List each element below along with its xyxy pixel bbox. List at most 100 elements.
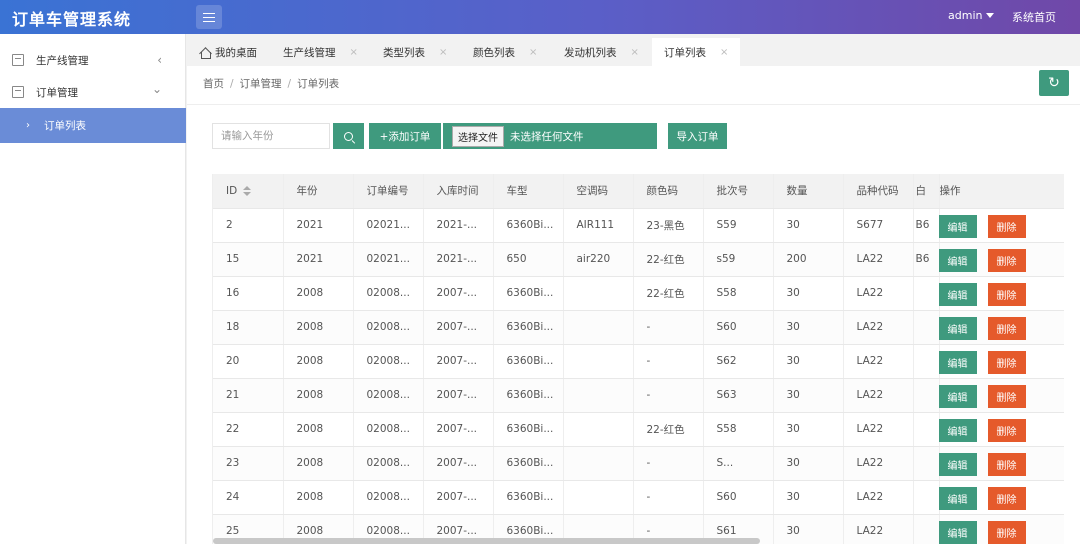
cell-batch: S... [703, 446, 774, 481]
sort-icon[interactable] [243, 185, 252, 196]
cell-model: 650 [493, 242, 564, 277]
tab-type-list[interactable]: 类型列表 × [383, 38, 447, 66]
sidebar-item-order-list[interactable]: › 订单列表 [0, 108, 186, 143]
cell-variety: LA22 [843, 514, 914, 544]
cell-qty: 30 [773, 208, 844, 243]
user-menu[interactable]: admin [948, 9, 995, 22]
edit-button[interactable]: 编辑 [938, 486, 977, 510]
delete-button[interactable]: 删除 [987, 350, 1026, 374]
table-row: 24 2008 02008... 2007-... 6360Bi... - S60 30 LA2… [213, 480, 1064, 515]
year-search-input[interactable] [212, 123, 330, 149]
delete-button[interactable]: 删除 [987, 520, 1026, 544]
tab-engine-list[interactable]: 发动机列表 × [564, 38, 639, 66]
delete-button[interactable]: 删除 [987, 418, 1026, 442]
table-row: 21 2008 02008... 2007-... 6360Bi... - S63 30 LA2… [213, 378, 1064, 413]
cell-white: B6 [913, 242, 940, 277]
cell-variety: LA22 [843, 344, 914, 379]
add-order-button[interactable]: +添加订单 [369, 123, 441, 149]
cell-batch: S62 [703, 344, 774, 379]
file-picker[interactable]: 选择文件 未选择任何文件 [443, 123, 657, 149]
table-row: 2 2021 02021... 2021-... 6360Bi... AIR111 23-黑… [213, 208, 1064, 243]
cell-year: 2008 [283, 276, 354, 311]
edit-button[interactable]: 编辑 [938, 520, 977, 544]
close-icon[interactable]: × [350, 47, 358, 58]
cell-model: 6360Bi... [493, 344, 564, 379]
delete-button[interactable]: 删除 [987, 248, 1026, 272]
import-order-button[interactable]: 导入订单 [668, 123, 727, 149]
tab-my-desktop[interactable]: 我的桌面 [199, 38, 257, 66]
cell-color: 22-红色 [633, 412, 704, 447]
delete-button[interactable]: 删除 [987, 316, 1026, 340]
edit-button[interactable]: 编辑 [938, 248, 977, 272]
close-icon[interactable]: × [631, 47, 639, 58]
cell-batch: S63 [703, 378, 774, 413]
cell-id: 21 [213, 378, 284, 413]
cell-batch: S59 [703, 208, 774, 243]
cell-color: - [633, 480, 704, 515]
delete-button[interactable]: 删除 [987, 214, 1026, 238]
col-header-variety: 品种代码 [843, 174, 914, 209]
cell-qty: 30 [773, 344, 844, 379]
cell-batch: S60 [703, 480, 774, 515]
cell-batch: s59 [703, 242, 774, 277]
horizontal-scrollbar[interactable] [213, 538, 760, 544]
edit-button[interactable]: 编辑 [938, 214, 977, 238]
delete-button[interactable]: 删除 [987, 486, 1026, 510]
edit-button[interactable]: 编辑 [938, 350, 977, 374]
cell-year: 2021 [283, 242, 354, 277]
cell-qty: 30 [773, 412, 844, 447]
cell-in-time: 2007-... [423, 276, 494, 311]
cell-white: B6 [913, 208, 940, 243]
edit-button[interactable]: 编辑 [938, 316, 977, 340]
sidebar-item-production-line[interactable]: 生产线管理 ‹ [0, 44, 186, 76]
tab-label: 订单列表 [664, 46, 706, 59]
orders-table: ID 年份 订单编号 入库时间 车型 空调码 颜色码 批次号 数量 品种代码 白… [212, 174, 1064, 544]
delete-button[interactable]: 删除 [987, 384, 1026, 408]
cell-white [913, 344, 940, 379]
tab-label: 我的桌面 [215, 46, 257, 59]
cell-color: - [633, 446, 704, 481]
cell-year: 2008 [283, 344, 354, 379]
breadcrumb-home[interactable]: 首页 [203, 78, 224, 90]
cell-white [913, 480, 940, 515]
edit-button[interactable]: 编辑 [938, 282, 977, 306]
system-home-link[interactable]: 系统首页 [1012, 9, 1056, 25]
menu-item-icon [12, 86, 24, 98]
tab-color-list[interactable]: 颜色列表 × [473, 38, 537, 66]
cell-order-no: 02021... [353, 242, 424, 277]
close-icon[interactable]: × [439, 47, 447, 58]
cell-variety: LA22 [843, 378, 914, 413]
cell-white [913, 276, 940, 311]
cell-model: 6360Bi... [493, 412, 564, 447]
menu-toggle-button[interactable] [196, 5, 222, 29]
cell-batch: S58 [703, 412, 774, 447]
table-row: 22 2008 02008... 2007-... 6360Bi... 22-红色 S58 3… [213, 412, 1064, 447]
breadcrumb: 首页 / 订单管理 / 订单列表 [203, 78, 340, 90]
delete-button[interactable]: 删除 [987, 452, 1026, 476]
refresh-button[interactable]: ↻ [1039, 70, 1069, 96]
close-icon[interactable]: × [529, 47, 537, 58]
cell-in-time: 2007-... [423, 344, 494, 379]
cell-order-no: 02008... [353, 276, 424, 311]
cell-ac: AIR111 [563, 208, 634, 243]
edit-button[interactable]: 编辑 [938, 384, 977, 408]
choose-file-button[interactable]: 选择文件 [452, 125, 504, 147]
sidebar-item-order-management[interactable]: 订单管理 ⌄ [0, 76, 186, 108]
breadcrumb-order-management[interactable]: 订单管理 [240, 78, 282, 90]
delete-button[interactable]: 删除 [987, 282, 1026, 306]
col-header-model: 车型 [493, 174, 564, 209]
cell-ac: air220 [563, 242, 634, 277]
search-button[interactable] [333, 123, 364, 149]
cell-model: 6360Bi... [493, 446, 564, 481]
cell-color: 22-红色 [633, 242, 704, 277]
col-header-id[interactable]: ID [213, 174, 284, 209]
tab-production-line[interactable]: 生产线管理 × [283, 38, 358, 66]
cell-variety: LA22 [843, 446, 914, 481]
cell-color: 23-黑色 [633, 208, 704, 243]
edit-button[interactable]: 编辑 [938, 452, 977, 476]
cell-qty: 30 [773, 378, 844, 413]
close-icon[interactable]: × [720, 47, 728, 58]
tab-order-list[interactable]: 订单列表 × [652, 38, 741, 66]
refresh-icon: ↻ [1048, 75, 1060, 91]
edit-button[interactable]: 编辑 [938, 418, 977, 442]
